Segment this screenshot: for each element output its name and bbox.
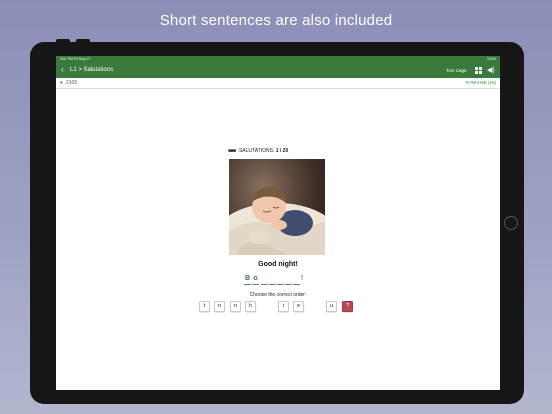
letter-tile[interactable]: h (245, 301, 256, 312)
help-button[interactable]: ? (342, 301, 353, 312)
progress-dots-icon: ■■■ (228, 148, 236, 154)
letter-tile[interactable]: i (278, 301, 289, 312)
letter-tile[interactable]: n (230, 301, 241, 312)
answer-slot[interactable] (285, 274, 292, 285)
letter-tile[interactable]: e (293, 301, 304, 312)
answer-slot[interactable] (277, 274, 284, 285)
status-time: 6:51 PM Fri May 27 (60, 57, 91, 61)
photo-illustration (229, 186, 325, 255)
device-button (56, 39, 70, 43)
lesson-category: SALUTATIONS: (238, 148, 275, 154)
app-screen: 6:51 PM Fri May 27 100% ‹ L1 > Salutatio… (56, 56, 500, 390)
navigation-bar: ‹ L1 > Salutations Tom Cage ◀) (56, 63, 500, 78)
answer-slot[interactable] (261, 274, 268, 285)
home-button[interactable] (504, 216, 518, 230)
grid-menu-icon[interactable] (475, 67, 482, 74)
letter-tile[interactable]: n (214, 301, 225, 312)
back-icon[interactable]: ‹ (61, 65, 64, 75)
speaker-icon[interactable]: ◀) (487, 64, 495, 77)
answer-punctuation: ! (301, 275, 303, 282)
letter-tile[interactable]: t (199, 301, 210, 312)
lesson-progress: ■■■ SALUTATIONS: 1 / 20 (228, 148, 328, 154)
score-value: 2105 (66, 80, 78, 86)
status-bar: 6:51 PM Fri May 27 100% (56, 56, 500, 63)
user-name[interactable]: Tom Cage (446, 63, 467, 78)
tablet-device: 6:51 PM Fri May 27 100% ‹ L1 > Salutatio… (30, 39, 524, 404)
lesson-counter: 1 / 20 (275, 148, 289, 154)
phrase-text: Good night! (258, 261, 298, 268)
score-bar: ♦ 2105 ⟲ REVISE (15) (56, 78, 500, 89)
revise-button[interactable]: ⟲ REVISE (15) (465, 78, 496, 88)
battery-status: 100% (487, 57, 496, 61)
answer-slot[interactable] (293, 274, 300, 285)
promo-caption: Short sentences are also included (159, 12, 393, 29)
sleeping-baby-photo (229, 159, 325, 255)
answer-slot[interactable]: B (244, 274, 251, 285)
answer-slots: B o ! (244, 274, 314, 286)
instruction-text: Choose the correct order: (249, 292, 307, 298)
answer-slot[interactable] (269, 274, 276, 285)
letter-tile[interactable]: u (326, 301, 337, 312)
letter-tiles: t n n h i e u ? (56, 301, 500, 313)
page-title: L1 > Salutations (70, 67, 114, 73)
answer-slot[interactable]: o (252, 274, 259, 285)
device-button (76, 39, 90, 43)
trophy-icon: ♦ (60, 80, 63, 86)
